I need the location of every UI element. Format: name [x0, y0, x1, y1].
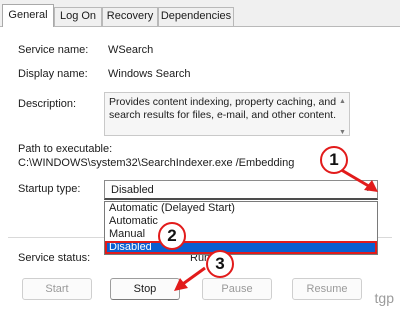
resume-button[interactable]: Resume [292, 278, 362, 300]
pause-button[interactable]: Pause [202, 278, 272, 300]
option-automatic[interactable]: Automatic [105, 215, 377, 228]
stop-button[interactable]: Stop [110, 278, 180, 300]
watermark: tgp [374, 290, 394, 306]
annotation-badge-1: 1 [320, 146, 348, 174]
annotation-badge-2: 2 [158, 222, 186, 250]
display-name-value: Windows Search [108, 68, 191, 80]
start-button[interactable]: Start [22, 278, 92, 300]
chevron-down-icon[interactable]: ⌄ [364, 183, 372, 194]
option-automatic-delayed[interactable]: Automatic (Delayed Start) [105, 202, 377, 215]
display-name-label: Display name: [18, 68, 88, 80]
annotation-badge-3: 3 [206, 250, 234, 278]
service-name-value: WSearch [108, 44, 154, 56]
startup-type-listbox[interactable]: Automatic (Delayed Start) Automatic Manu… [104, 201, 378, 255]
description-box[interactable]: Provides content indexing, property cach… [104, 92, 350, 136]
tab-strip: General Log On Recovery Dependencies [0, 0, 400, 27]
startup-type-label: Startup type: [18, 183, 81, 195]
tab-log-on[interactable]: Log On [54, 7, 102, 26]
path-value: C:\WINDOWS\system32\SearchIndexer.exe /E… [18, 157, 295, 169]
startup-type-value: Disabled [111, 184, 154, 196]
tab-dependencies[interactable]: Dependencies [158, 7, 234, 26]
service-status-label: Service status: [18, 252, 91, 264]
tab-recovery[interactable]: Recovery [102, 7, 158, 26]
service-name-label: Service name: [18, 44, 89, 56]
option-manual[interactable]: Manual [105, 228, 377, 241]
description-label: Description: [18, 98, 77, 110]
scroll-down-icon[interactable]: ▼ [339, 126, 347, 136]
tab-general[interactable]: General [2, 4, 54, 27]
option-disabled[interactable]: Disabled [105, 241, 377, 254]
startup-type-select[interactable]: Disabled ⌄ [104, 180, 378, 200]
scroll-up-icon[interactable]: ▲ [339, 95, 347, 105]
path-label: Path to executable: [18, 143, 113, 155]
description-text: Provides content indexing, property cach… [109, 96, 337, 121]
